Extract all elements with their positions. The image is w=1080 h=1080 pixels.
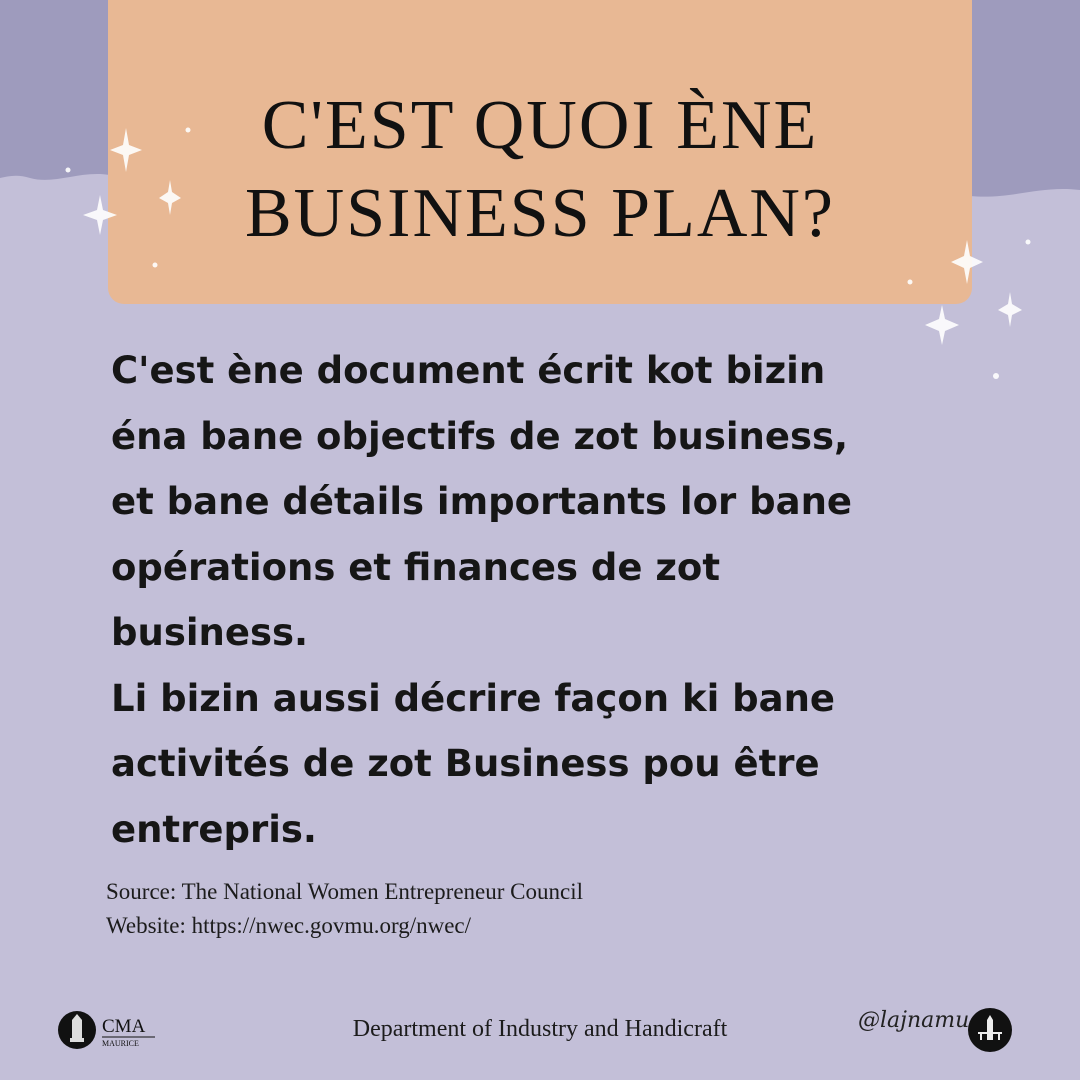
body-line: activités de zot Business pou être — [111, 742, 820, 785]
lajnamu-logo-icon — [968, 1008, 1012, 1052]
body-line: et bane détails importants lor bane — [111, 480, 853, 523]
body-text: C'est ène document écrit kot bizin éna b… — [111, 338, 971, 862]
body-line: opérations et finances de zot — [111, 545, 721, 589]
body-line: entrepris. — [111, 807, 317, 851]
body-line: Li bizin aussi décrire façon ki bane — [111, 676, 836, 720]
website-line: Website: https://nwec.govmu.org/nwec/ — [106, 913, 472, 938]
social-handle: @lajnamu — [858, 1008, 970, 1033]
sparkle-dot-icon — [1025, 239, 1031, 245]
source-line: Source: The National Women Entrepreneur … — [106, 879, 583, 904]
body-line: éna bane objectifs de zot business, — [111, 414, 849, 458]
title-line-1: C'EST QUOI ÈNE — [261, 87, 819, 164]
sparkle-dot-icon — [993, 373, 999, 379]
body-line: C'est ène document écrit kot bizin — [111, 349, 826, 392]
title-box: C'EST QUOI ÈNE BUSINESS PLAN? — [108, 0, 972, 304]
page-title: C'EST QUOI ÈNE BUSINESS PLAN? — [108, 82, 972, 258]
sparkle-icon — [998, 292, 1022, 327]
title-line-2: BUSINESS PLAN? — [244, 175, 836, 252]
source-block: Source: The National Women Entrepreneur … — [106, 875, 583, 943]
body-line: business. — [111, 611, 309, 654]
